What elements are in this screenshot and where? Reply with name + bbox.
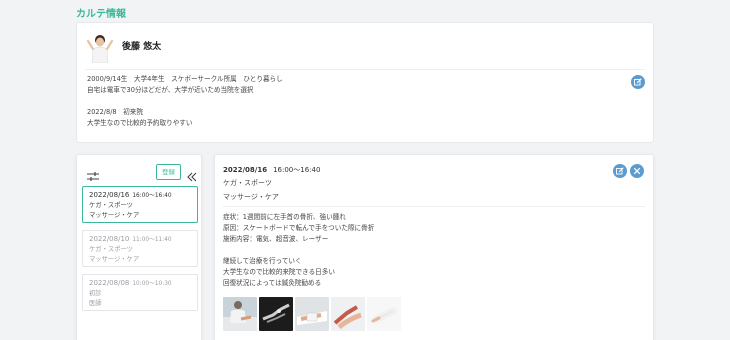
patient-card: 後藤 悠太 2000/9/14生 大学4年生 スケボーサークル所属 ひとり暮らし… bbox=[76, 22, 654, 143]
visit-date: 2022/08/10 11:00〜11:40 bbox=[89, 234, 191, 245]
patient-name: 後藤 悠太 bbox=[122, 42, 162, 52]
visit-category: マッサージ・ケア bbox=[89, 256, 140, 263]
visit-date: 2022/08/08 10:00〜10:30 bbox=[89, 278, 191, 289]
avatar bbox=[86, 33, 114, 64]
photo-thumbnail[interactable] bbox=[295, 297, 329, 331]
detail-time: 16:00〜16:40 bbox=[273, 166, 321, 174]
visit-list-panel: 登録 2022/08/16 16:00〜16:40 ケガ・スポーツ マッサージ・ケ… bbox=[76, 154, 202, 340]
detail-notes: 症状：1週間前に左手首の骨折、強い腫れ 原因：スケートボードで転んで手をついた際… bbox=[223, 212, 623, 289]
note-line: 回復状況によっては鍼灸院勧める bbox=[223, 279, 322, 287]
divider bbox=[223, 206, 645, 207]
detail-date: 2022/08/16 16:00〜16:40 bbox=[223, 165, 320, 175]
note-gap bbox=[223, 245, 623, 256]
visit-detail-panel: 2022/08/16 16:00〜16:40 ケガ・スポーツ マッサージ・ケア 症… bbox=[214, 154, 654, 340]
note-gap bbox=[87, 96, 607, 107]
photo-thumbnail[interactable] bbox=[367, 297, 401, 331]
photo-thumbnail[interactable] bbox=[331, 297, 365, 331]
photo-thumbnail[interactable] bbox=[223, 297, 257, 331]
visit-date-text: 2022/08/08 bbox=[89, 279, 130, 287]
visit-item[interactable]: 2022/08/08 10:00〜10:30 初診 医師 bbox=[82, 274, 198, 311]
visit-time: 10:00〜10:30 bbox=[132, 281, 172, 287]
visit-date-text: 2022/08/16 bbox=[89, 191, 130, 199]
edit-visit-button[interactable] bbox=[613, 164, 627, 178]
visit-item[interactable]: 2022/08/10 11:00〜11:40 ケガ・スポーツ マッサージ・ケア bbox=[82, 230, 198, 267]
note-line: 原因：スケートボードで転んで手をついた際に骨折 bbox=[223, 224, 375, 232]
visit-category: ケガ・スポーツ bbox=[89, 202, 133, 209]
detail-category: ケガ・スポーツ bbox=[223, 179, 272, 187]
edit-icon bbox=[616, 167, 624, 175]
visit-category: ケガ・スポーツ bbox=[89, 246, 133, 253]
note-line: 自宅は電車で30分ほどだが、大学が近いため当院を選択 bbox=[87, 86, 254, 94]
visit-category: 初診 bbox=[89, 290, 102, 297]
page-title: カルテ情報 bbox=[76, 9, 126, 20]
register-button[interactable]: 登録 bbox=[156, 164, 181, 180]
note-line: 大学生なので比較的来院できる日多い bbox=[223, 268, 335, 276]
patient-notes: 2000/9/14生 大学4年生 スケボーサークル所属 ひとり暮らし 自宅は電車… bbox=[87, 74, 607, 129]
visit-item-selected[interactable]: 2022/08/16 16:00〜16:40 ケガ・スポーツ マッサージ・ケア bbox=[82, 186, 198, 223]
delete-visit-button[interactable] bbox=[630, 164, 644, 178]
visit-category: 医師 bbox=[89, 300, 102, 307]
visit-category: マッサージ・ケア bbox=[89, 212, 140, 219]
note-line: 症状：1週間前に左手首の骨折、強い腫れ bbox=[223, 213, 346, 221]
close-icon bbox=[633, 167, 641, 175]
edit-patient-button[interactable] bbox=[631, 75, 645, 89]
visit-time: 11:00〜11:40 bbox=[132, 237, 172, 243]
divider bbox=[85, 69, 645, 70]
photo-thumbnail[interactable] bbox=[259, 297, 293, 331]
note-line: 大学生なので比較的予約取りやすい bbox=[87, 119, 193, 127]
double-chevron-left-icon[interactable] bbox=[187, 167, 197, 182]
note-line: 2022/8/8 初来院 bbox=[87, 108, 143, 116]
detail-date-text: 2022/08/16 bbox=[223, 166, 268, 174]
visit-date-text: 2022/08/10 bbox=[89, 235, 130, 243]
visit-date: 2022/08/16 16:00〜16:40 bbox=[89, 190, 191, 201]
photo-thumbnails bbox=[223, 297, 401, 331]
detail-category: マッサージ・ケア bbox=[223, 193, 279, 201]
edit-icon bbox=[634, 78, 642, 86]
note-line: 継続して治療を行っていく bbox=[223, 257, 302, 265]
visit-time: 16:00〜16:40 bbox=[132, 193, 172, 199]
note-line: 施術内容：電気、超音波、レーザー bbox=[223, 235, 329, 243]
note-line: 2000/9/14生 大学4年生 スケボーサークル所属 ひとり暮らし bbox=[87, 75, 283, 83]
sliders-icon[interactable] bbox=[87, 167, 99, 181]
